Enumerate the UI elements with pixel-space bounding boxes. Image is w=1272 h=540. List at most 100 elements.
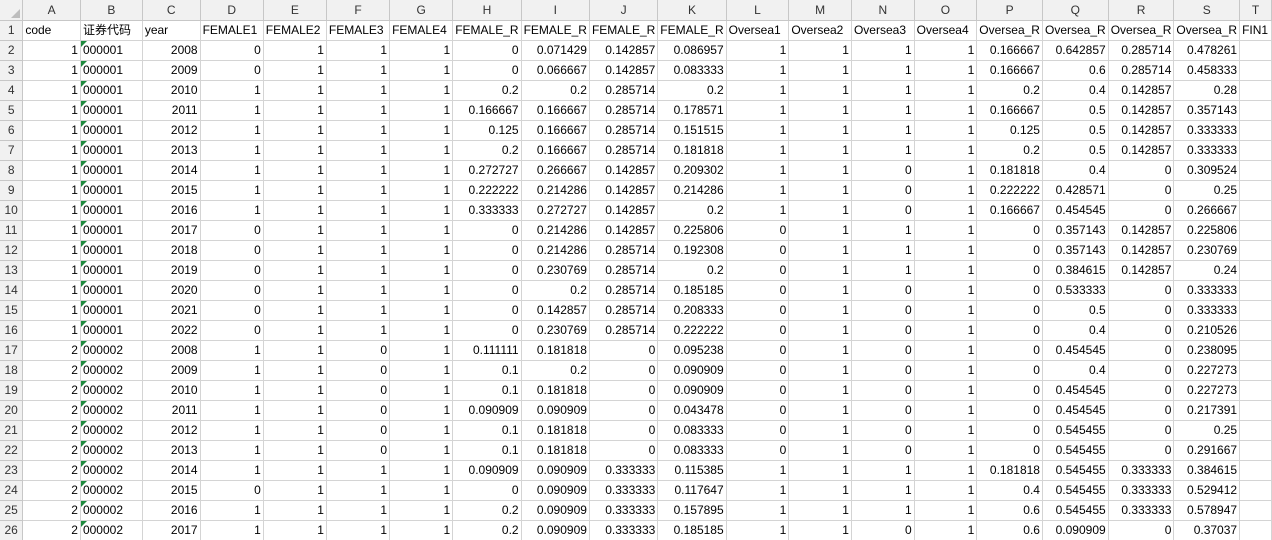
cell-l15[interactable]: 0 (726, 300, 790, 321)
cell-o5[interactable]: 1 (914, 100, 978, 121)
cell-c15[interactable]: 2021 (142, 300, 201, 321)
cell-q24[interactable]: 0.545455 (1042, 480, 1109, 501)
cell-m11[interactable]: 1 (788, 220, 852, 241)
cell-s14[interactable]: 0.333333 (1173, 280, 1241, 301)
cell-m5[interactable]: 1 (788, 100, 852, 121)
cell-t5[interactable] (1239, 100, 1272, 121)
cell-g1[interactable]: FEMALE4 (389, 20, 454, 41)
cell-l6[interactable]: 1 (726, 120, 790, 141)
cell-c9[interactable]: 2015 (142, 180, 201, 201)
cell-p17[interactable]: 0 (976, 340, 1043, 361)
cell-n18[interactable]: 0 (851, 360, 915, 381)
cell-h1[interactable]: FEMALE_R (452, 20, 522, 41)
row-header[interactable]: 22 (0, 440, 24, 461)
cell-j23[interactable]: 0.333333 (589, 460, 659, 481)
cell-h7[interactable]: 0.2 (452, 140, 522, 161)
cell-m2[interactable]: 1 (788, 40, 852, 61)
cell-m4[interactable]: 1 (788, 80, 852, 101)
cell-k19[interactable]: 0.090909 (657, 380, 727, 401)
cell-c12[interactable]: 2018 (142, 240, 201, 261)
cell-a1[interactable]: code (22, 20, 81, 41)
cell-c25[interactable]: 2016 (142, 500, 201, 521)
cell-c4[interactable]: 2010 (142, 80, 201, 101)
cell-i3[interactable]: 0.066667 (521, 60, 590, 81)
cell-r23[interactable]: 0.333333 (1108, 460, 1175, 481)
cell-p18[interactable]: 0 (976, 360, 1043, 381)
row-header[interactable]: 5 (0, 100, 24, 121)
cell-f23[interactable]: 1 (326, 460, 391, 481)
cell-k9[interactable]: 0.214286 (657, 180, 727, 201)
cell-f16[interactable]: 1 (326, 320, 391, 341)
cell-j10[interactable]: 0.142857 (589, 200, 659, 221)
cell-s8[interactable]: 0.309524 (1173, 160, 1241, 181)
cell-f17[interactable]: 0 (326, 340, 391, 361)
cell-g6[interactable]: 1 (389, 120, 454, 141)
cell-t23[interactable] (1239, 460, 1272, 481)
cell-t9[interactable] (1239, 180, 1272, 201)
cell-p10[interactable]: 0.166667 (976, 200, 1043, 221)
cell-d22[interactable]: 1 (200, 440, 264, 461)
row-header[interactable]: 20 (0, 400, 24, 421)
cell-g8[interactable]: 1 (389, 160, 454, 181)
cell-j15[interactable]: 0.285714 (589, 300, 659, 321)
cell-k8[interactable]: 0.209302 (657, 160, 727, 181)
cell-s4[interactable]: 0.28 (1173, 80, 1241, 101)
cell-h21[interactable]: 0.1 (452, 420, 522, 441)
cell-q11[interactable]: 0.357143 (1042, 220, 1109, 241)
cell-r8[interactable]: 0 (1108, 160, 1175, 181)
row-header[interactable]: 24 (0, 480, 24, 501)
cell-n13[interactable]: 1 (851, 260, 915, 281)
cell-i5[interactable]: 0.166667 (521, 100, 590, 121)
cell-c16[interactable]: 2022 (142, 320, 201, 341)
cell-t11[interactable] (1239, 220, 1272, 241)
cell-g26[interactable]: 1 (389, 520, 454, 540)
row-header[interactable]: 19 (0, 380, 24, 401)
cell-a9[interactable]: 1 (22, 180, 81, 201)
cell-a23[interactable]: 2 (22, 460, 81, 481)
cell-s24[interactable]: 0.529412 (1173, 480, 1241, 501)
cell-d21[interactable]: 1 (200, 420, 264, 441)
cell-a3[interactable]: 1 (22, 60, 81, 81)
cell-g2[interactable]: 1 (389, 40, 454, 61)
cell-h5[interactable]: 0.166667 (452, 100, 522, 121)
cell-q23[interactable]: 0.545455 (1042, 460, 1109, 481)
cell-c10[interactable]: 2016 (142, 200, 201, 221)
cell-s22[interactable]: 0.291667 (1173, 440, 1241, 461)
cell-f24[interactable]: 1 (326, 480, 391, 501)
cell-k2[interactable]: 0.086957 (657, 40, 727, 61)
cell-q12[interactable]: 0.357143 (1042, 240, 1109, 261)
cell-s20[interactable]: 0.217391 (1173, 400, 1241, 421)
cell-m16[interactable]: 1 (788, 320, 852, 341)
cell-o26[interactable]: 1 (914, 520, 978, 540)
cell-n10[interactable]: 0 (851, 200, 915, 221)
cell-d16[interactable]: 0 (200, 320, 264, 341)
column-header-a[interactable]: A (22, 0, 81, 21)
cell-i26[interactable]: 0.090909 (521, 520, 590, 540)
cell-f18[interactable]: 0 (326, 360, 391, 381)
cell-t21[interactable] (1239, 420, 1272, 441)
cell-j9[interactable]: 0.142857 (589, 180, 659, 201)
cell-m21[interactable]: 1 (788, 420, 852, 441)
cell-c20[interactable]: 2011 (142, 400, 201, 421)
cell-g10[interactable]: 1 (389, 200, 454, 221)
cell-l18[interactable]: 0 (726, 360, 790, 381)
cell-o24[interactable]: 1 (914, 480, 978, 501)
cell-h2[interactable]: 0 (452, 40, 522, 61)
cell-i19[interactable]: 0.181818 (521, 380, 590, 401)
row-header[interactable]: 23 (0, 460, 24, 481)
cell-m26[interactable]: 1 (788, 520, 852, 540)
cell-b15[interactable]: 000001 (80, 300, 143, 321)
cell-i22[interactable]: 0.181818 (521, 440, 590, 461)
cell-t1[interactable]: FIN1 (1239, 20, 1272, 41)
cell-h16[interactable]: 0 (452, 320, 522, 341)
cell-h11[interactable]: 0 (452, 220, 522, 241)
cell-h25[interactable]: 0.2 (452, 500, 522, 521)
cell-o7[interactable]: 1 (914, 140, 978, 161)
cell-t10[interactable] (1239, 200, 1272, 221)
cell-n8[interactable]: 0 (851, 160, 915, 181)
cell-r4[interactable]: 0.142857 (1108, 80, 1175, 101)
cell-p20[interactable]: 0 (976, 400, 1043, 421)
cell-d4[interactable]: 1 (200, 80, 264, 101)
cell-r14[interactable]: 0 (1108, 280, 1175, 301)
cell-n15[interactable]: 0 (851, 300, 915, 321)
